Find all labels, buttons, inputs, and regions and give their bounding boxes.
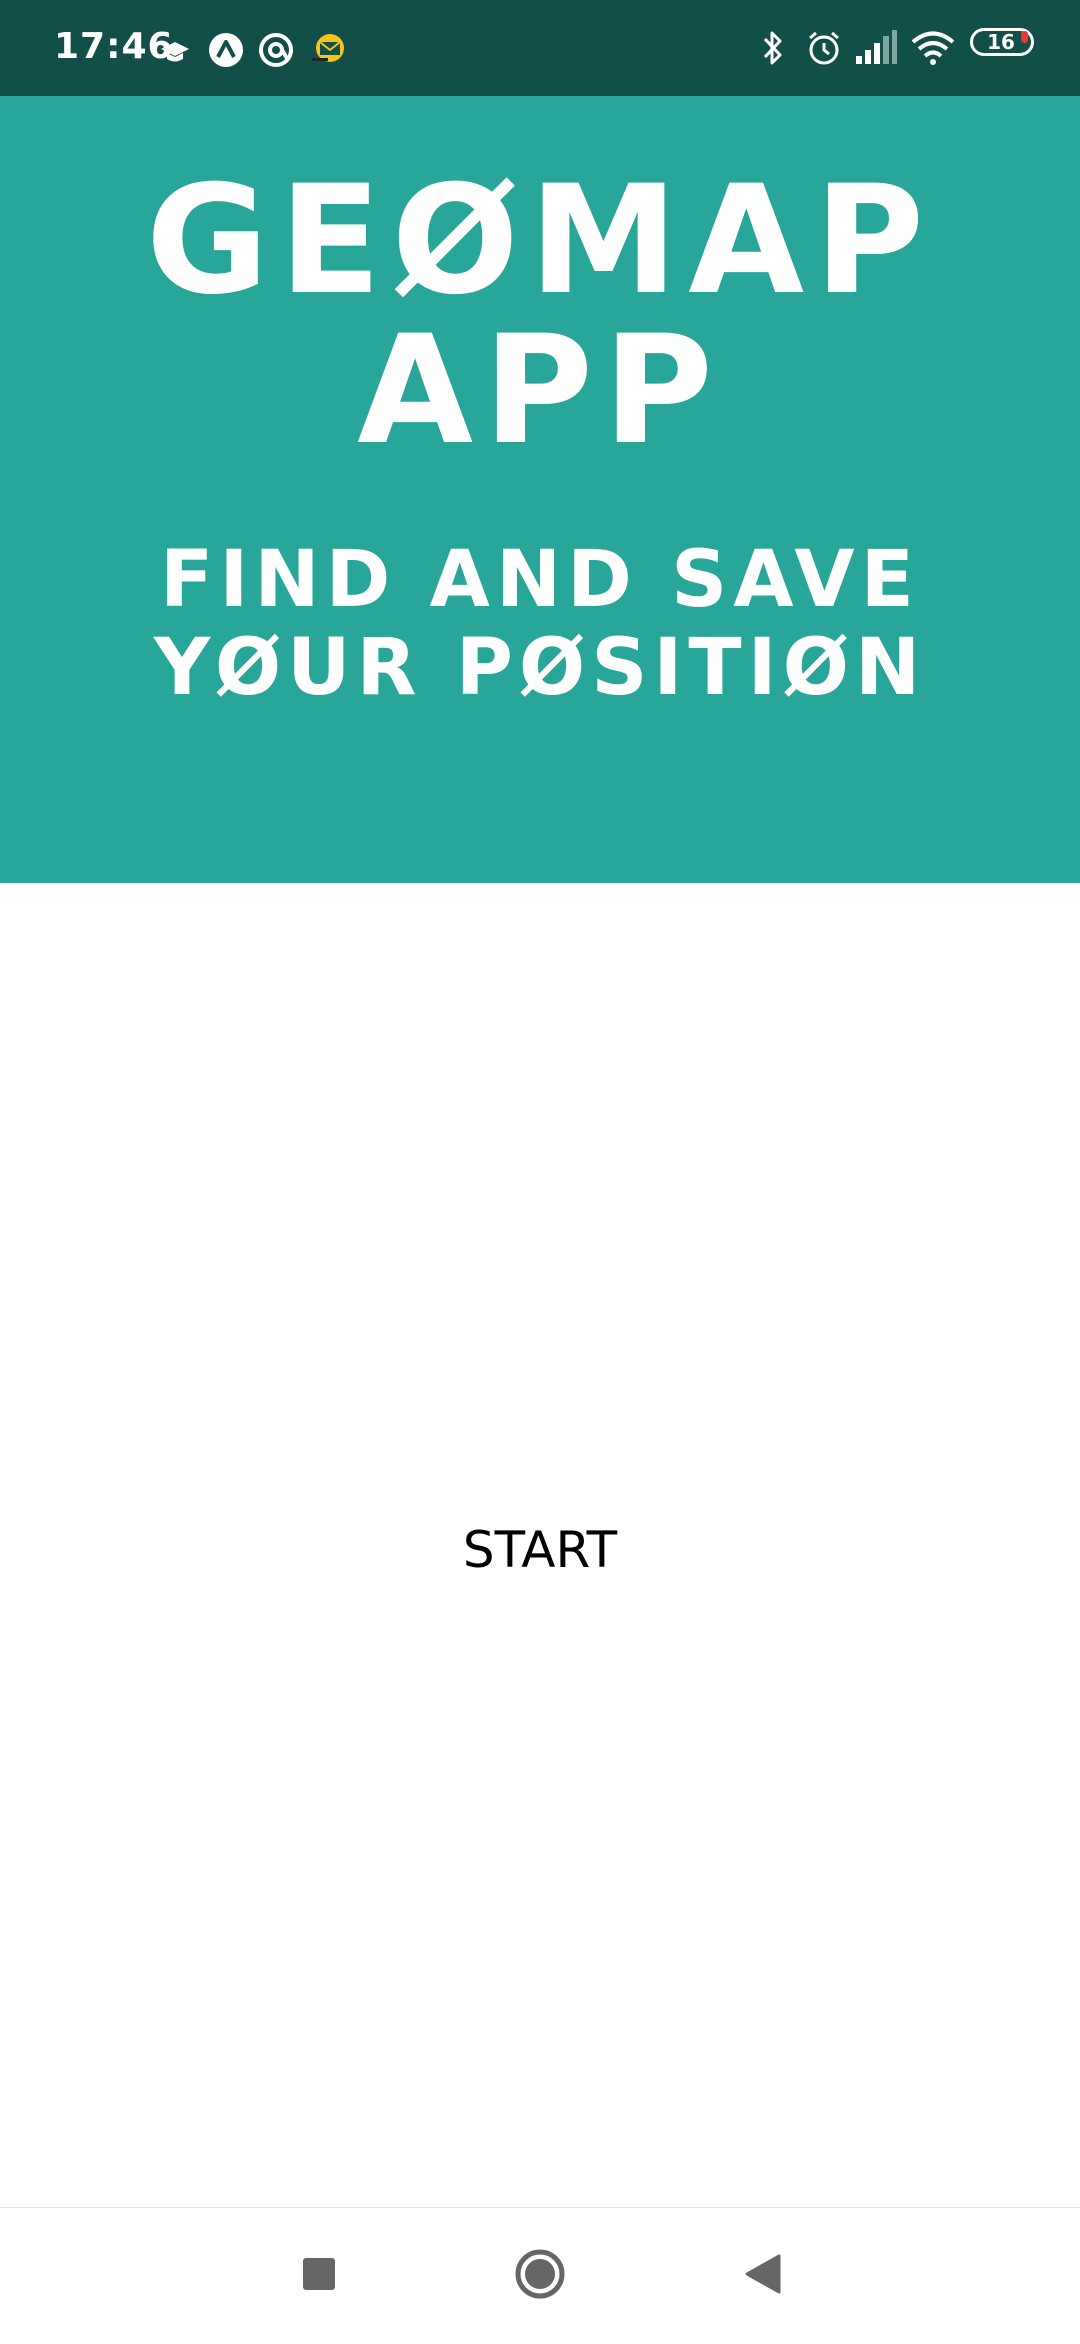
arc-app-icon — [206, 30, 246, 74]
status-bar: 17:46 16 — [0, 0, 1080, 96]
battery-icon: 16 — [970, 28, 1034, 56]
app-subtitle: FIND AND SAVE YØUR PØSITIØN — [153, 535, 927, 713]
mail-notification-icon — [308, 30, 348, 74]
start-button[interactable]: START — [390, 1500, 690, 1600]
back-triangle-icon[interactable] — [703, 2208, 823, 2340]
recents-square-icon[interactable] — [259, 2208, 379, 2340]
home-circle-icon[interactable] — [480, 2208, 600, 2340]
signal-icon — [854, 28, 898, 72]
bluetooth-icon — [760, 28, 786, 72]
at-circle-icon — [256, 30, 296, 74]
navigation-bar — [0, 2207, 1080, 2340]
graduation-cap-icon — [160, 30, 190, 74]
status-time: 17:46 — [54, 26, 174, 67]
alarm-icon — [804, 28, 844, 72]
app-title: GEØMAP APP — [145, 154, 935, 478]
battery-low-indicator — [1021, 31, 1028, 43]
wifi-icon — [910, 28, 956, 72]
app-header-banner: GEØMAP APP FIND AND SAVE YØUR PØSITIØN — [0, 96, 1080, 883]
